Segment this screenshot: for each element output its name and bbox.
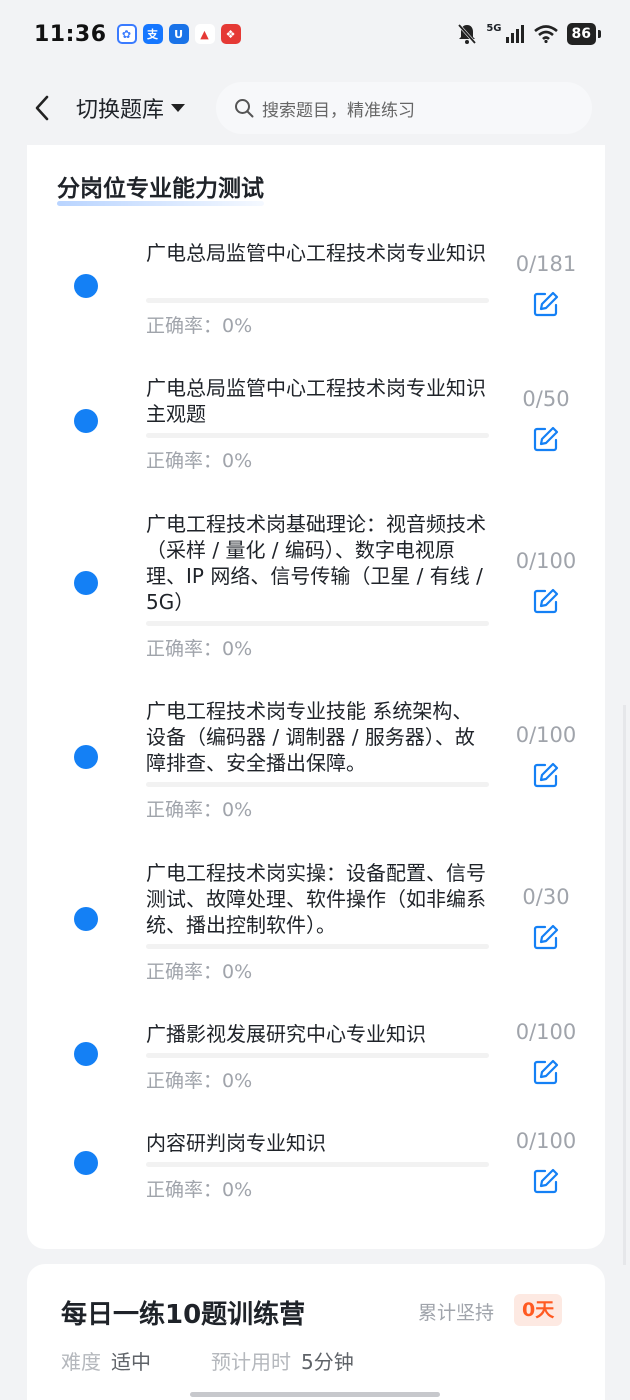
edit-practice-icon[interactable] [532, 1167, 560, 1195]
chevron-left-icon [35, 95, 49, 121]
progress-bar [146, 621, 489, 626]
app-icon-5: ❖ [220, 24, 241, 44]
wifi-icon [533, 25, 558, 43]
difficulty-value: 适中 [111, 1350, 151, 1374]
status-dot [74, 409, 98, 433]
edit-practice-icon[interactable] [532, 587, 560, 615]
streak-badge: 0天 [514, 1294, 563, 1326]
question-count: 0/100 [515, 723, 577, 747]
scrollbar[interactable] [623, 705, 626, 1265]
progress-bar [146, 1053, 489, 1058]
time-value: 5分钟 [301, 1350, 354, 1374]
status-bar: 11:36 ✿ 支 U ▲ ❖ 5G 86 [0, 0, 630, 68]
edit-practice-icon[interactable] [532, 425, 560, 453]
search-input[interactable]: 搜索题目，精准练习 [216, 82, 593, 134]
bell-muted-icon [458, 24, 477, 44]
accuracy-text: 正确率：0% [146, 1179, 253, 1201]
item-title: 广电工程技术岗专业技能 系统架构、设备（编码器 / 调制器 / 服务器）、故障排… [146, 699, 475, 775]
time-meta: 预计用时 5分钟 [211, 1346, 354, 1375]
top-nav: 切换题库 搜索题目，精准练习 [0, 72, 630, 144]
difficulty-meta: 难度 适中 [61, 1346, 151, 1375]
back-button[interactable] [22, 88, 62, 128]
section-title: 分岗位专业能力测试 [57, 169, 264, 206]
item-title: 广电工程技术岗实操：设备配置、信号测试、故障处理、软件操作（如非编系统、播出控制… [146, 861, 486, 937]
question-count: 0/50 [522, 387, 570, 411]
progress-bar [146, 433, 489, 438]
accuracy-text: 正确率：0% [146, 961, 253, 983]
edit-practice-icon[interactable] [532, 761, 560, 789]
progress-bar [146, 782, 489, 787]
status-dot [74, 571, 98, 595]
switch-library-label: 切换题库 [76, 98, 165, 123]
progress-bar [146, 298, 489, 303]
status-notification-icons: ✿ 支 U ▲ ❖ [116, 24, 241, 44]
status-dot [74, 1042, 98, 1066]
question-count: 0/181 [515, 252, 577, 276]
app-icon-3: U [168, 24, 189, 44]
app-icon-4: ▲ [194, 24, 215, 44]
status-dot [74, 1151, 98, 1175]
accuracy-text: 正确率：0% [146, 1070, 253, 1092]
progress-bar [146, 1162, 489, 1167]
edit-practice-icon[interactable] [532, 290, 560, 318]
item-title: 广电工程技术岗基础理论：视音频技术（采样 / 量化 / 编码）、数字电视原理、I… [146, 512, 486, 614]
home-indicator[interactable] [190, 1392, 440, 1397]
network-type: 5G [486, 22, 502, 34]
status-dot [74, 274, 98, 298]
section-card: 分岗位专业能力测试 广电总局监管中心工程技术岗专业知识 正确率：0% 0/181 广电… [27, 145, 605, 1249]
edit-practice-icon[interactable] [532, 1058, 560, 1086]
app-icon-1: ✿ [116, 24, 137, 44]
item-title: 内容研判岗专业知识 [146, 1131, 326, 1155]
battery-level: 86 [566, 23, 602, 45]
question-count: 0/30 [522, 885, 570, 909]
question-count: 0/100 [515, 549, 577, 573]
status-dot [74, 907, 98, 931]
status-time: 11:36 [34, 21, 107, 47]
item-title: 广播影视发展研究中心专业知识 [146, 1022, 426, 1046]
accuracy-text: 正确率：0% [146, 799, 253, 821]
status-dot [74, 745, 98, 769]
item-title: 广电总局监管中心工程技术岗专业知识主观题 [146, 376, 486, 426]
search-icon [235, 99, 254, 118]
switch-library-dropdown[interactable]: 切换题库 [76, 92, 186, 124]
question-count: 0/100 [515, 1020, 577, 1044]
progress-bar [146, 944, 489, 949]
search-placeholder: 搜索题目，精准练习 [262, 100, 416, 121]
question-count: 0/100 [515, 1129, 577, 1153]
alipay-icon: 支 [142, 24, 163, 44]
time-label: 预计用时 [211, 1350, 291, 1374]
status-indicators: 5G 86 [457, 22, 602, 45]
edit-practice-icon[interactable] [532, 923, 560, 951]
streak-label: 累计坚持 [418, 1302, 495, 1324]
accuracy-text: 正确率：0% [146, 450, 253, 472]
item-title: 广电总局监管中心工程技术岗专业知识 [146, 241, 486, 265]
accuracy-text: 正确率：0% [146, 638, 253, 660]
difficulty-label: 难度 [61, 1350, 101, 1374]
daily-title: 每日一练10题训练营 [61, 1300, 306, 1330]
accuracy-text: 正确率：0% [146, 315, 253, 337]
caret-down-icon [171, 104, 186, 112]
daily-practice-card[interactable]: 每日一练10题训练营 累计坚持 0天 难度 适中 预计用时 5分钟 [27, 1264, 605, 1400]
signal-icon [505, 25, 524, 43]
